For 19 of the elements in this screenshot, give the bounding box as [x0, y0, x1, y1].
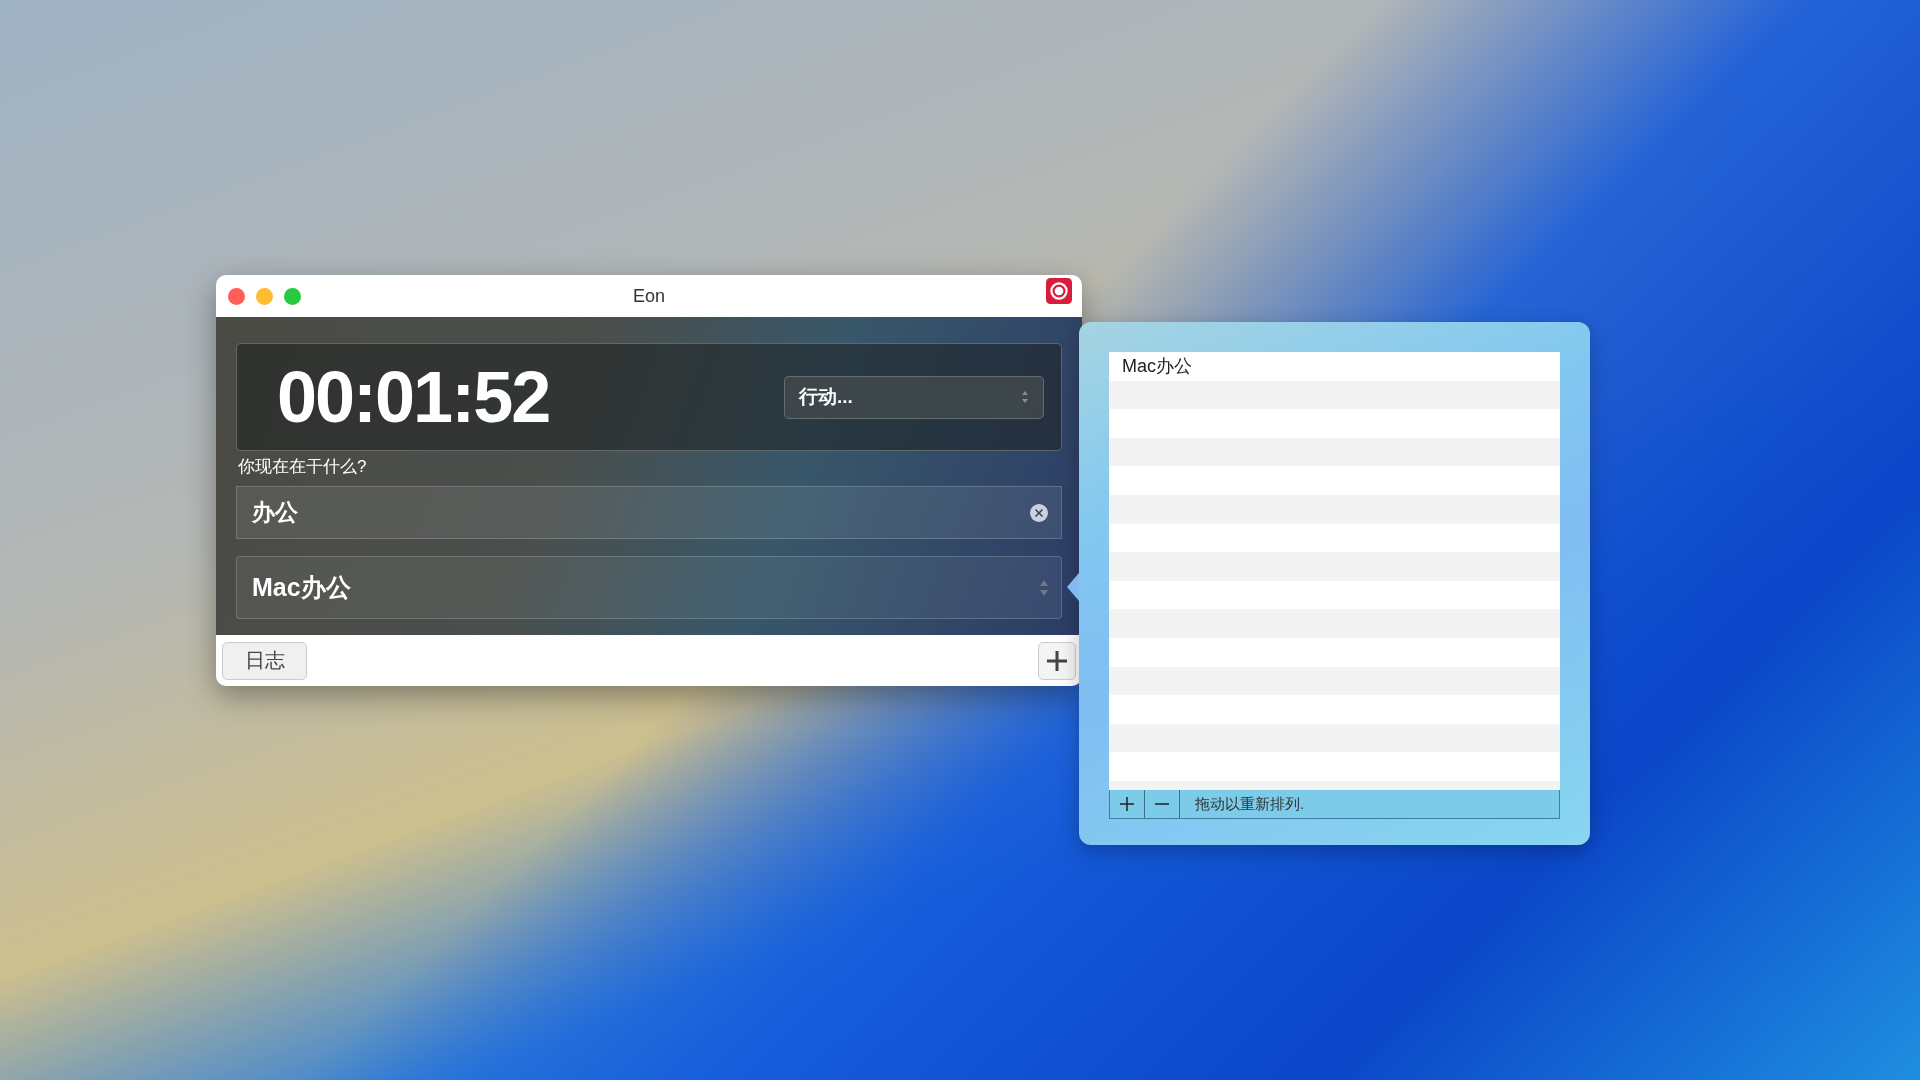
minus-icon: [1155, 802, 1169, 806]
plus-icon: [1120, 797, 1134, 811]
updown-icon: [1021, 390, 1029, 405]
activity-field[interactable]: 办公: [236, 486, 1062, 540]
add-button[interactable]: [1038, 641, 1076, 680]
list-item[interactable]: Mac办公: [1122, 354, 1192, 379]
elapsed-time: 00:01:52: [277, 356, 550, 439]
plus-icon: [1045, 648, 1069, 673]
log-button[interactable]: 日志: [222, 641, 307, 680]
reorder-hint: 拖动以重新排列.: [1195, 794, 1305, 814]
popover-arrow: [1067, 573, 1079, 601]
prompt-label: 你现在在干什么?: [238, 456, 368, 479]
window-title: Eon: [633, 285, 665, 307]
action-popup[interactable]: 行动...: [784, 375, 1044, 419]
close-button[interactable]: [228, 287, 245, 305]
clear-icon[interactable]: [1029, 502, 1049, 523]
updown-icon: [1039, 578, 1049, 597]
record-icon[interactable]: [1046, 278, 1072, 304]
project-select[interactable]: Mac办公: [236, 556, 1062, 620]
